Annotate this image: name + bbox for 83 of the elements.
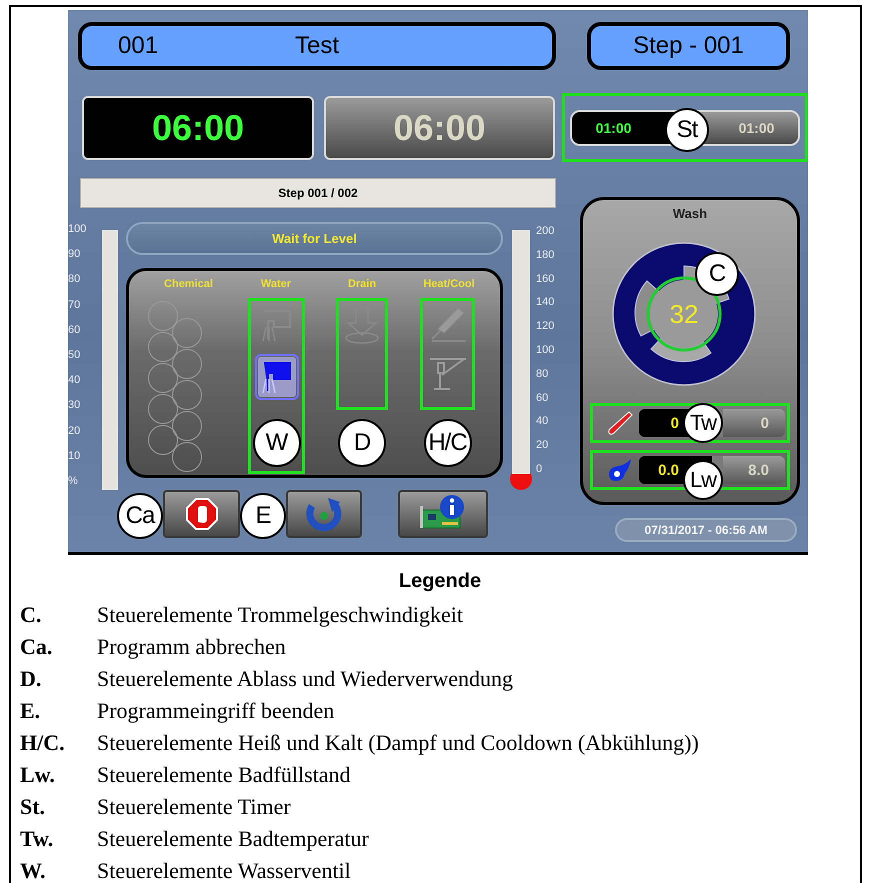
legend-title: Legende	[398, 569, 482, 594]
end-program-button[interactable]	[286, 490, 362, 538]
scale-label: 60	[68, 322, 82, 337]
scale-label: 60	[536, 390, 550, 405]
cancel-button[interactable]	[163, 490, 240, 538]
chemical-valve-indicator[interactable]	[148, 394, 178, 424]
legend-text: Steuerelemente Wasserventil	[97, 857, 351, 883]
legend-key: Ca.	[20, 631, 97, 663]
scale-label: 80	[536, 366, 550, 381]
water-drop-icon	[607, 457, 633, 483]
step-indicator: Step - 001	[587, 22, 790, 70]
stop-hand-icon	[186, 498, 218, 530]
drum-speed-value: 32	[670, 299, 698, 329]
column-heading: Water	[260, 278, 292, 290]
legend-text: Steuerelemente Trommelgeschwindigkeit	[97, 601, 463, 629]
chemical-valve-indicator[interactable]	[148, 363, 178, 393]
date-time-display: 07/31/2017 - 06:56 AM	[615, 518, 797, 542]
faucet-icon[interactable]	[258, 357, 296, 397]
legend-text: Steuerelemente Timer	[97, 793, 291, 821]
scale-label: 120	[536, 319, 556, 334]
scale-label: 80	[68, 272, 82, 286]
scale-label: 140	[536, 295, 556, 310]
chemical-valve-indicator[interactable]	[172, 318, 202, 348]
column-heading: Heat/Cool	[423, 278, 475, 290]
legend-text: Programm abbrechen	[97, 633, 286, 661]
legend-key: Lw.	[20, 759, 97, 791]
legend-key: E.	[20, 695, 97, 727]
callout-label: H/C	[424, 419, 472, 467]
column-heading: Chemical	[164, 278, 213, 290]
scale-label: 180	[536, 248, 556, 262]
scale-label: 100	[536, 342, 556, 357]
drum-phase-title: Wash	[672, 206, 708, 221]
legend-key: W.	[20, 855, 97, 883]
callout-label: D	[338, 419, 386, 467]
chemical-valve-indicator[interactable]	[148, 332, 178, 362]
thermometer-icon	[607, 410, 633, 436]
callout-label: Tw	[683, 403, 723, 443]
callout-label: W	[252, 419, 300, 467]
scale-label: 30	[68, 398, 82, 412]
scale-label: 0	[536, 462, 544, 476]
legend-key: H/C.	[20, 727, 97, 759]
legend-text: Steuerelemente Badtemperatur	[97, 825, 369, 853]
program-name: Test	[294, 32, 339, 60]
scale-label: 20	[536, 438, 550, 452]
remaining-time: 06:00	[82, 96, 314, 160]
scale-label: 10	[68, 448, 82, 463]
program-number: 001	[118, 32, 158, 60]
info-button[interactable]	[398, 490, 488, 538]
legend-text: Steuerelemente Ablass und Wiederverwendung	[97, 665, 513, 693]
chemical-valve-indicator[interactable]	[148, 301, 178, 331]
unit-label: %	[68, 474, 79, 488]
chemical-valve-indicator[interactable]	[172, 411, 202, 441]
scale-label: 40	[68, 373, 82, 388]
status-message: Wait for Level	[126, 222, 503, 255]
target-value[interactable]: 0	[723, 409, 785, 437]
legend-key: St.	[20, 791, 97, 823]
scale-label: 200	[536, 224, 556, 238]
drum-dial-drawing[interactable]	[612, 242, 756, 386]
legend-key: D.	[20, 663, 97, 695]
chemical-valve-indicator[interactable]	[172, 349, 202, 379]
legend-key: Tw.	[20, 823, 97, 855]
scale-label: 90	[68, 247, 82, 262]
legend-key: C.	[20, 599, 97, 631]
callout-label: St	[665, 108, 709, 152]
callout-label: Ca	[117, 493, 163, 539]
scale-label: 20	[68, 424, 82, 438]
target-value[interactable]: 8.0	[723, 456, 785, 484]
scale-label: 160	[536, 272, 556, 286]
chemical-valve-indicator[interactable]	[172, 380, 202, 410]
scale-label: 50	[68, 348, 82, 362]
chemical-valve-indicator[interactable]	[172, 442, 202, 472]
legend-text: Steuerelemente Badfüllstand	[97, 761, 351, 789]
scale-label: 70	[68, 298, 82, 312]
scale-label: 100	[68, 222, 88, 236]
callout-label: E	[240, 493, 286, 539]
chemical-valve-indicator[interactable]	[148, 425, 178, 455]
callout-label: Lw	[683, 460, 723, 500]
circular-arrow-icon	[304, 496, 344, 532]
legend-text: Steuerelemente Heiß und Kalt (Dampf und Cooldown (Abkühlung))	[97, 729, 699, 757]
column-heading: Drain	[348, 278, 376, 290]
legend-text: Programmeingriff beenden	[97, 697, 334, 725]
scale-label: 40	[536, 414, 550, 428]
total-time: 06:00	[324, 96, 555, 160]
